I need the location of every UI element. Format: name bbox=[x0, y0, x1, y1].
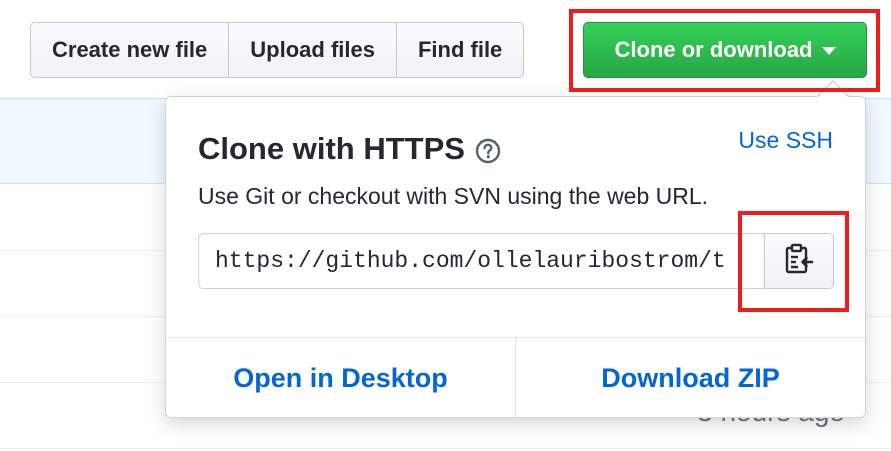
create-new-file-button[interactable]: Create new file bbox=[30, 22, 230, 78]
clone-url-input[interactable] bbox=[198, 233, 764, 289]
clone-description: Use Git or checkout with SVN using the w… bbox=[198, 183, 709, 209]
caret-down-icon bbox=[821, 47, 836, 55]
clone-url-group bbox=[198, 233, 834, 289]
clipboard-icon bbox=[784, 243, 814, 280]
question-circle-icon[interactable] bbox=[475, 136, 501, 164]
dropdown-pointer-fill bbox=[818, 82, 848, 97]
clone-panel-title: Clone with HTTPS bbox=[198, 131, 501, 167]
clone-title-text: Clone with HTTPS bbox=[198, 131, 465, 166]
clone-panel-footer: Open in Desktop Download ZIP bbox=[166, 337, 865, 418]
clone-or-download-button[interactable]: Clone or download bbox=[583, 22, 867, 78]
file-actions-button-group: Create new file Upload files Find file bbox=[30, 22, 525, 78]
copy-to-clipboard-button[interactable] bbox=[764, 233, 834, 289]
open-in-desktop-button[interactable]: Open in Desktop bbox=[166, 338, 515, 418]
upload-files-button[interactable]: Upload files bbox=[228, 22, 397, 78]
clone-or-download-label: Clone or download bbox=[614, 37, 813, 62]
clone-dropdown-panel: Clone with HTTPS Use SSH Use Git or chec… bbox=[165, 96, 866, 418]
use-ssh-link[interactable]: Use SSH bbox=[738, 127, 833, 154]
download-zip-button[interactable]: Download ZIP bbox=[515, 338, 865, 418]
page: 3 hours ago Create new file Upload files… bbox=[0, 0, 891, 451]
file-row-divider bbox=[0, 448, 891, 449]
find-file-button[interactable]: Find file bbox=[395, 22, 525, 78]
